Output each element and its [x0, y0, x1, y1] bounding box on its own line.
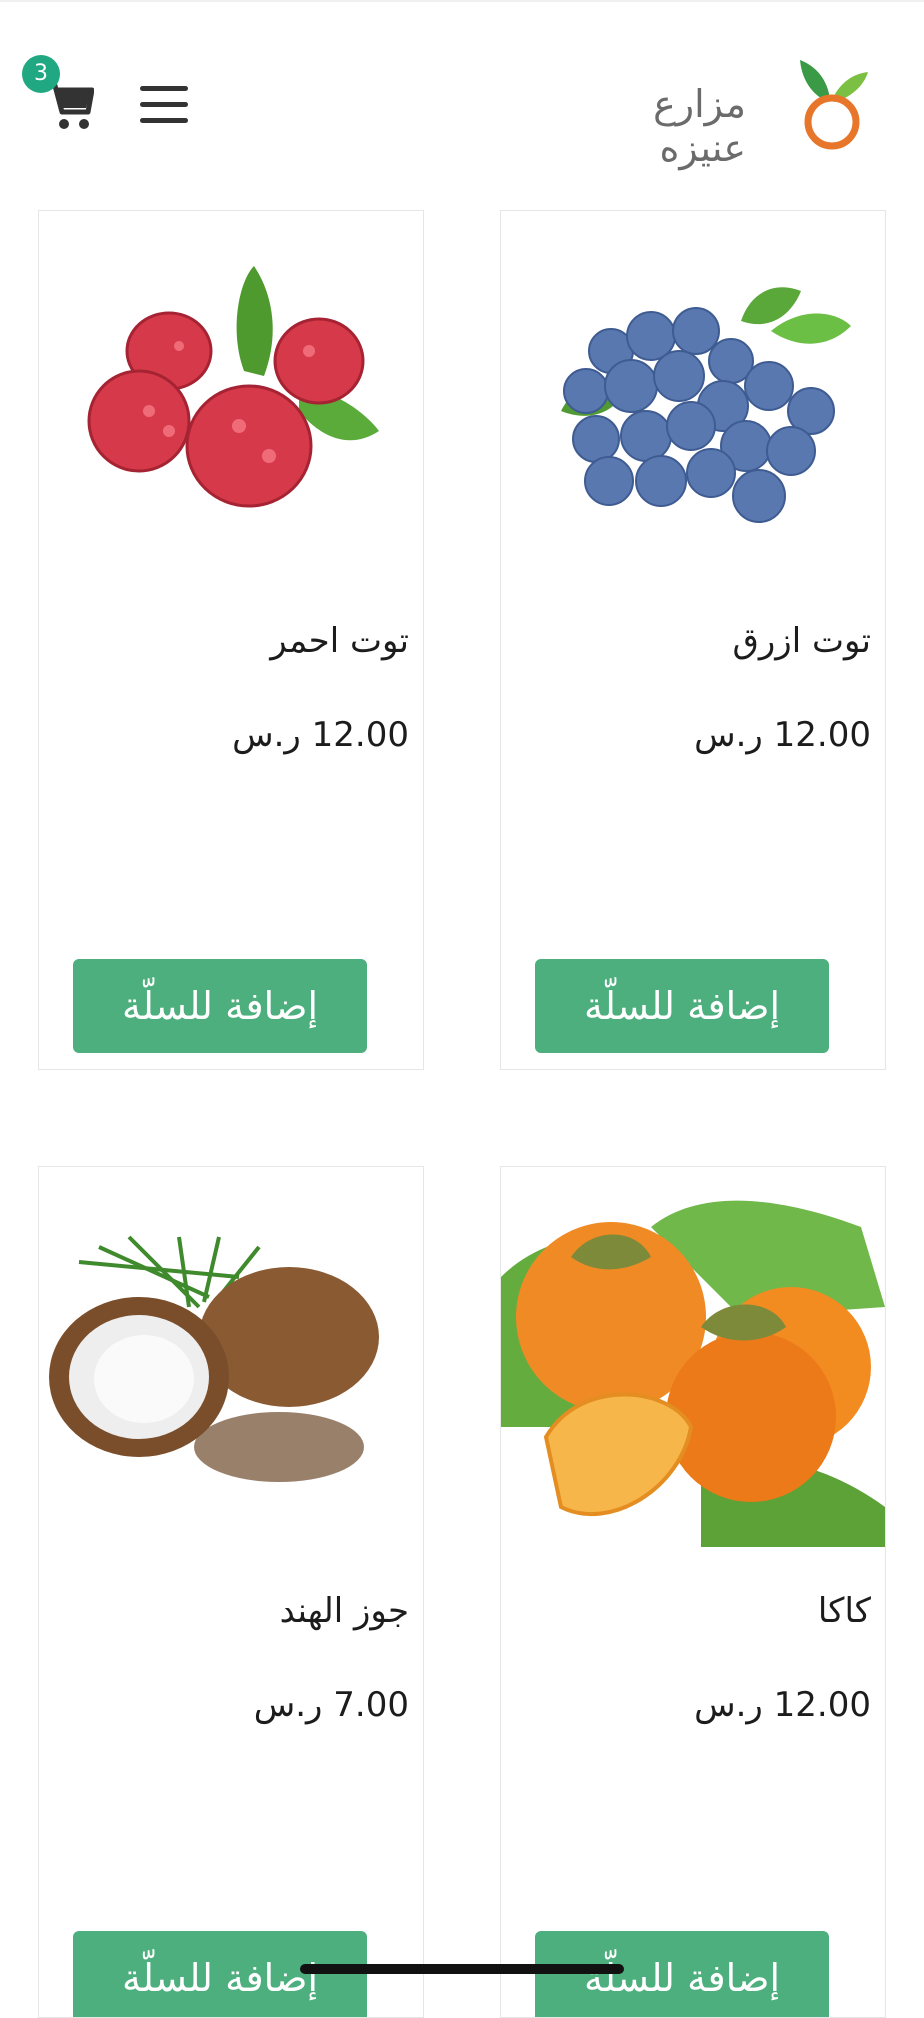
logo-icon[interactable]	[794, 52, 870, 152]
app-header: مزارع عنيزه 3	[0, 0, 924, 210]
hamburger-menu-icon[interactable]	[140, 86, 188, 126]
product-price: 12.00 ر.س	[232, 715, 409, 755]
product-card-coconut[interactable]: جوز الهند 7.00 ر.س إضافة للسلّة	[38, 1166, 424, 2018]
coconut-image	[39, 1167, 423, 1547]
product-price: 12.00 ر.س	[694, 1685, 871, 1725]
product-card-raspberry[interactable]: توت احمر 12.00 ر.س إضافة للسلّة	[38, 210, 424, 1070]
add-to-cart-button[interactable]: إضافة للسلّة	[73, 959, 367, 1053]
product-name: كاكا	[817, 1591, 871, 1631]
brand-name: مزارع عنيزه	[653, 82, 746, 170]
add-to-cart-button[interactable]: إضافة للسلّة	[535, 1931, 829, 2017]
product-price: 12.00 ر.س	[694, 715, 871, 755]
raspberry-image	[39, 211, 423, 551]
home-indicator[interactable]	[300, 1964, 624, 1974]
add-to-cart-button[interactable]: إضافة للسلّة	[73, 1931, 367, 2017]
persimmon-image	[501, 1167, 885, 1547]
blueberry-image	[501, 211, 885, 551]
product-card-persimmon[interactable]: كاكا 12.00 ر.س إضافة للسلّة	[500, 1166, 886, 2018]
product-name: توت ازرق	[732, 621, 871, 661]
product-name: توت احمر	[270, 621, 409, 661]
product-card-blueberry[interactable]: توت ازرق 12.00 ر.س إضافة للسلّة	[500, 210, 886, 1070]
product-price: 7.00 ر.س	[253, 1685, 409, 1725]
product-name: جوز الهند	[279, 1591, 409, 1631]
cart-count-badge: 3	[22, 55, 60, 93]
add-to-cart-button[interactable]: إضافة للسلّة	[535, 959, 829, 1053]
